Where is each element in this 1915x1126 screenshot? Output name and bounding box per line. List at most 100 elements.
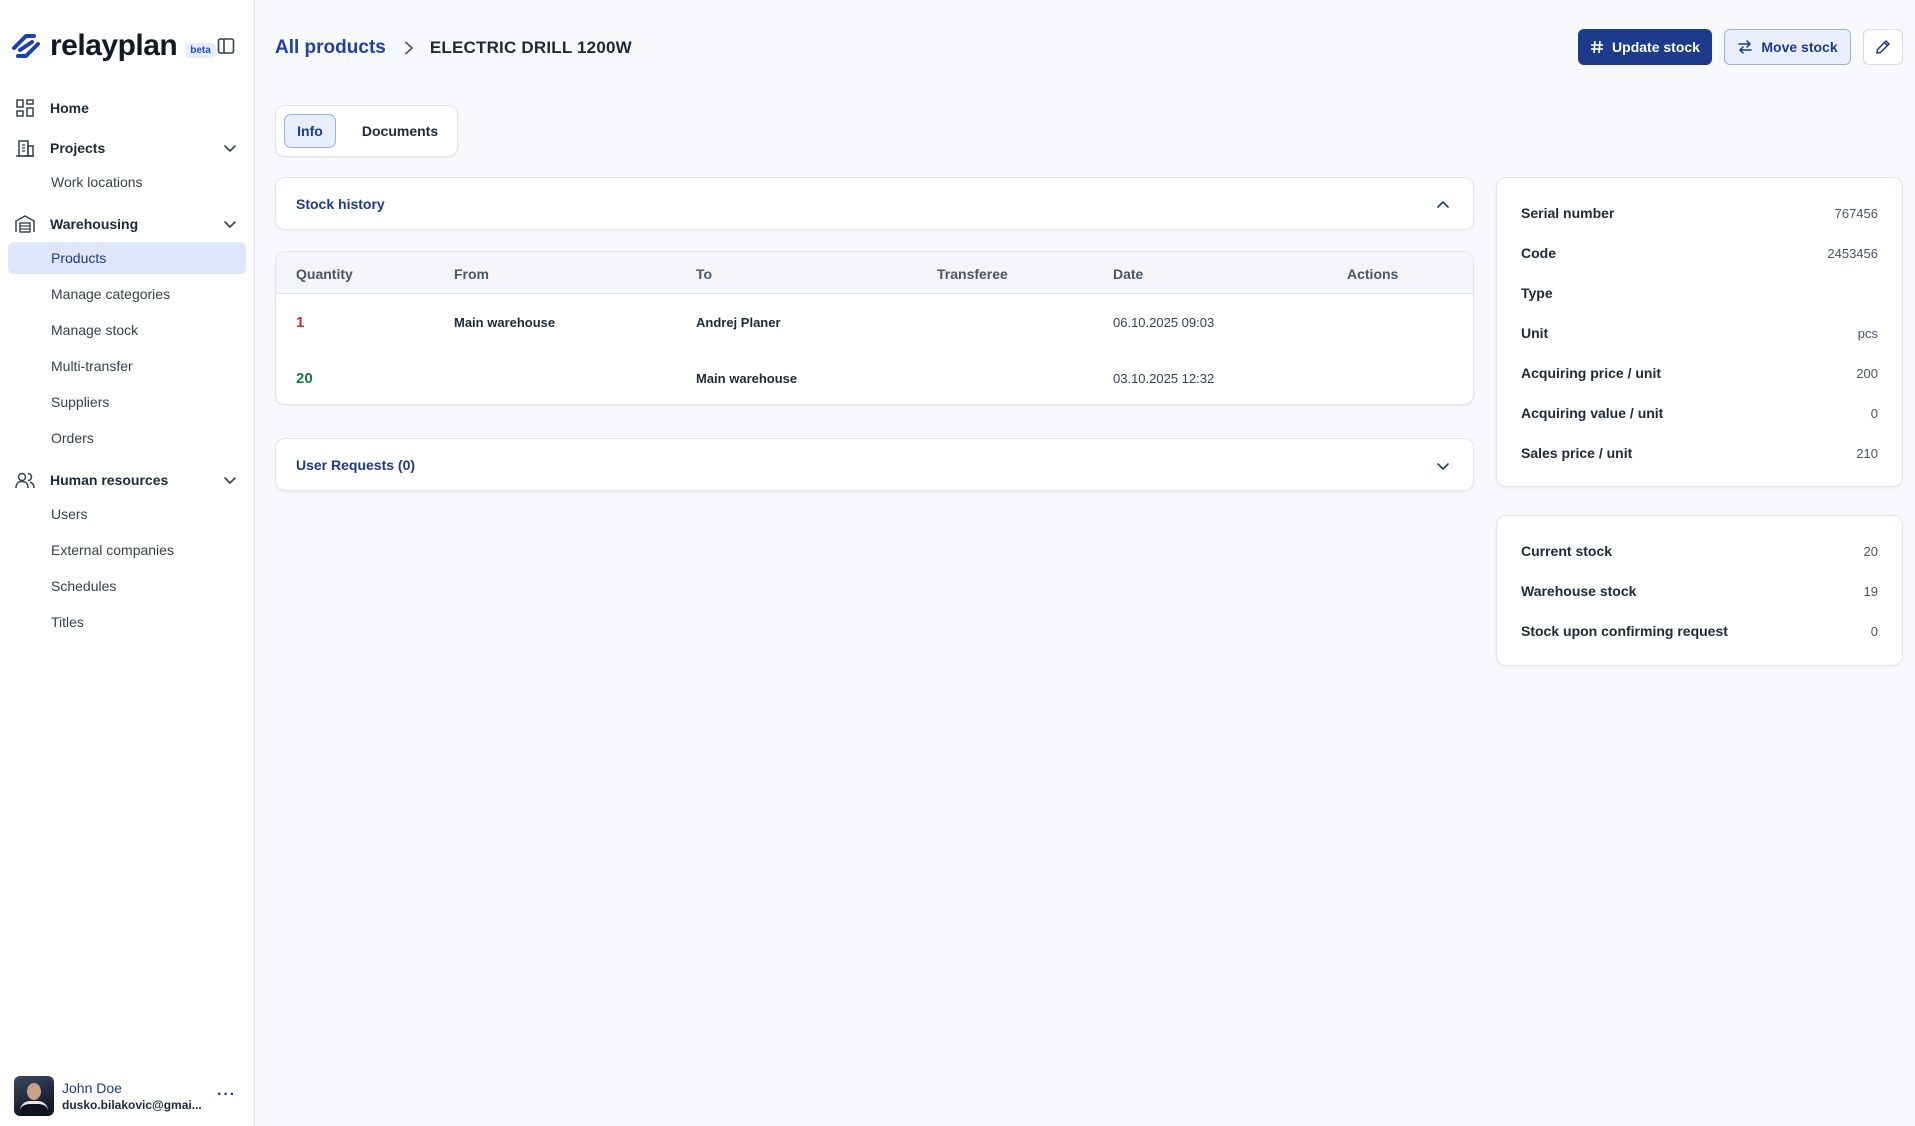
detail-row-sales-price: Sales price / unit 210 [1521, 443, 1878, 463]
stock-value: 20 [1863, 543, 1878, 559]
tab-info[interactable]: Info [284, 114, 336, 148]
product-details-card: Serial number 767456 Code 2453456 Type U… [1496, 177, 1903, 487]
user-requests-title: User Requests (0) [296, 456, 416, 473]
sidebar-toggle-icon [217, 38, 235, 54]
breadcrumb-all-products[interactable]: All products [275, 37, 386, 59]
move-stock-button[interactable]: Move stock [1724, 29, 1851, 65]
table-row[interactable]: 20 Main warehouse 03.10.2025 12:32 [276, 350, 1473, 404]
users-icon [14, 469, 36, 491]
from-cell: Main warehouse [454, 315, 556, 330]
table-header: Quantity From To Transferee Date Actions [276, 252, 1473, 294]
stock-history-title: Stock history [296, 195, 385, 212]
detail-label: Code [1521, 245, 1556, 261]
avatar [14, 1076, 54, 1116]
table-row[interactable]: 1 Main warehouse Andrej Planer 06.10.202… [276, 294, 1473, 350]
tab-documents[interactable]: Documents [352, 114, 448, 148]
sidebar-group-human-resources[interactable]: Human resources [14, 468, 242, 492]
detail-label: Unit [1521, 325, 1549, 341]
edit-button[interactable] [1863, 29, 1903, 65]
sidebar-item-titles[interactable]: Titles [8, 606, 246, 638]
sidebar-item-manage-stock[interactable]: Manage stock [8, 314, 246, 346]
user-name: John Doe [62, 1080, 122, 1096]
sidebar-group-warehousing[interactable]: Warehousing [14, 212, 242, 236]
brand[interactable]: relayplan beta [8, 26, 216, 66]
sidebar-item-orders[interactable]: Orders [8, 422, 246, 454]
user-requests-accordion[interactable]: User Requests (0) [275, 438, 1474, 491]
stock-row-upon-confirming: Stock upon confirming request 0 [1521, 621, 1878, 641]
detail-row-type: Type [1521, 283, 1878, 303]
detail-row-code: Code 2453456 [1521, 243, 1878, 263]
detail-row-acquiring-price: Acquiring price / unit 200 [1521, 363, 1878, 383]
detail-value: pcs [1857, 325, 1878, 341]
stock-label: Stock upon confirming request [1521, 623, 1728, 639]
detail-row-acquiring-value: Acquiring value / unit 0 [1521, 403, 1878, 423]
chevron-down-icon[interactable] [1435, 458, 1451, 474]
detail-label: Sales price / unit [1521, 445, 1633, 461]
sidebar-item-multi-transfer[interactable]: Multi-transfer [8, 350, 246, 382]
sidebar-item-suppliers[interactable]: Suppliers [8, 386, 246, 418]
column-header-actions: Actions [1347, 266, 1399, 282]
date-cell: 03.10.2025 12:32 [1113, 371, 1215, 386]
to-cell: Main warehouse [696, 371, 798, 386]
sidebar-group-label: Warehousing [50, 216, 139, 232]
warehouse-icon [14, 213, 36, 235]
sidebar-item-home[interactable]: Home [14, 96, 242, 120]
chevron-up-icon[interactable] [1435, 197, 1451, 213]
page-title: ELECTRIC DRILL 1200W [429, 38, 632, 57]
chevron-right-icon [404, 41, 414, 55]
sidebar: relayplan beta Home Projects Work locati… [0, 0, 255, 1126]
chevron-down-icon[interactable] [222, 472, 238, 488]
chevron-down-icon[interactable] [222, 216, 238, 232]
sidebar-group-label: Human resources [50, 472, 169, 488]
detail-row-unit: Unit pcs [1521, 323, 1878, 343]
detail-row-serial-number: Serial number 767456 [1521, 203, 1878, 223]
sidebar-item-label: Home [50, 100, 89, 116]
breadcrumb: All products ELECTRIC DRILL 1200W [275, 36, 632, 60]
hash-icon [1590, 40, 1604, 54]
stock-row-warehouse: Warehouse stock 19 [1521, 581, 1878, 601]
stock-history-table: Quantity From To Transferee Date Actions… [275, 251, 1474, 405]
detail-label: Acquiring price / unit [1521, 365, 1662, 381]
building-icon [14, 137, 36, 159]
quantity-cell: 1 [296, 314, 305, 331]
detail-value: 210 [1856, 445, 1878, 461]
pencil-icon [1876, 40, 1890, 54]
more-options-icon[interactable]: ··· [217, 1086, 236, 1104]
beta-badge: beta [185, 42, 216, 58]
update-stock-label: Update stock [1612, 39, 1700, 55]
stock-value: 0 [1870, 623, 1878, 639]
detail-value: 0 [1870, 405, 1878, 421]
sidebar-item-manage-categories[interactable]: Manage categories [8, 278, 246, 310]
brand-name: relayplan [50, 29, 178, 62]
to-cell: Andrej Planer [696, 315, 781, 330]
user-email: dusko.bilakovic@gmai... [62, 1098, 202, 1112]
detail-value: 200 [1856, 365, 1878, 381]
move-stock-label: Move stock [1761, 39, 1838, 55]
user-profile[interactable]: John Doe dusko.bilakovic@gmai... ··· [14, 1076, 242, 1116]
transfer-arrows-icon [1737, 39, 1753, 55]
sidebar-item-external-companies[interactable]: External companies [8, 534, 246, 566]
collapse-sidebar-button[interactable] [215, 35, 237, 57]
column-header-date: Date [1113, 266, 1144, 282]
column-header-transferee: Transferee [937, 266, 1008, 282]
stock-history-accordion[interactable]: Stock history [275, 177, 1474, 230]
sidebar-group-projects[interactable]: Projects [14, 136, 242, 160]
quantity-cell: 20 [296, 370, 313, 387]
stock-value: 19 [1863, 583, 1878, 599]
sidebar-item-products[interactable]: Products [8, 242, 246, 274]
chevron-down-icon[interactable] [222, 140, 238, 156]
stock-summary-card: Current stock 20 Warehouse stock 19 Stoc… [1496, 515, 1903, 666]
detail-label: Acquiring value / unit [1521, 405, 1664, 421]
sidebar-item-users[interactable]: Users [8, 498, 246, 530]
stock-label: Warehouse stock [1521, 583, 1637, 599]
stock-row-current: Current stock 20 [1521, 541, 1878, 561]
sidebar-group-label: Projects [50, 140, 106, 156]
date-cell: 06.10.2025 09:03 [1113, 315, 1215, 330]
update-stock-button[interactable]: Update stock [1578, 29, 1712, 65]
stock-label: Current stock [1521, 543, 1613, 559]
detail-label: Serial number [1521, 205, 1615, 221]
tab-bar: Info Documents [275, 105, 458, 157]
dashboard-icon [14, 97, 36, 119]
sidebar-item-schedules[interactable]: Schedules [8, 570, 246, 602]
sidebar-item-work-locations[interactable]: Work locations [8, 166, 246, 198]
